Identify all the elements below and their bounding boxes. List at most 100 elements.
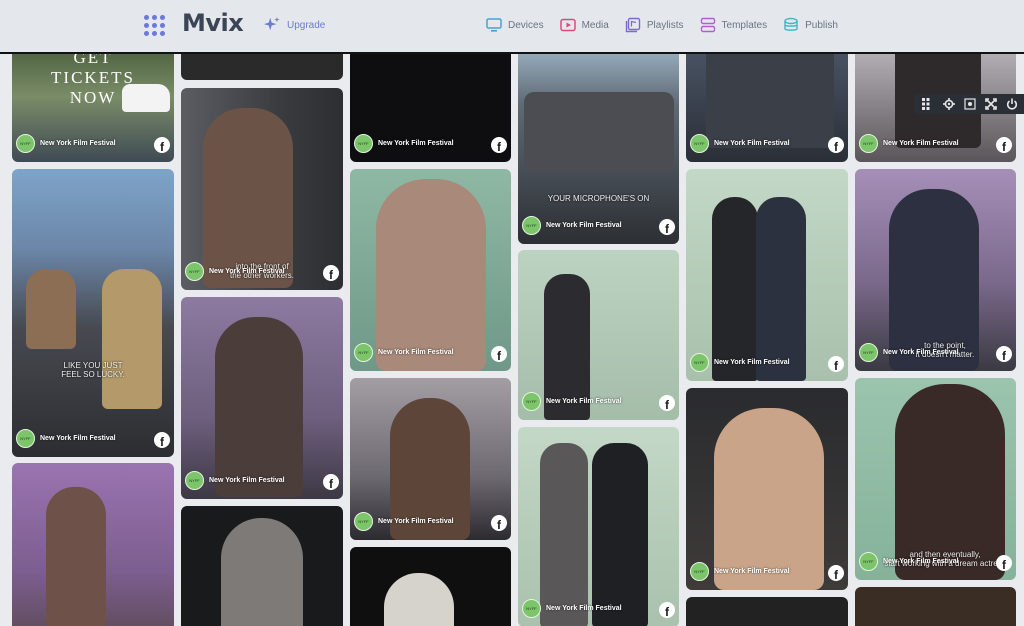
main-nav: Devices Media Playlists Templates Publis… <box>486 17 838 33</box>
source-name: New York Film Festival <box>714 359 790 366</box>
post-caption: NYFF New York Film Festival <box>354 343 454 362</box>
source-avatar: NYFF <box>859 343 878 362</box>
post-caption: NYFF New York Film Festival <box>354 134 454 153</box>
facebook-icon: f <box>996 346 1012 362</box>
post-card[interactable]: NYFF New York Film Festival f <box>686 388 848 590</box>
post-caption: NYFF New York Film Festival <box>859 343 959 362</box>
post-caption: NYFF New York Film Festival <box>859 134 959 153</box>
post-caption: NYFF New York Film Festival <box>690 562 790 581</box>
publish-icon <box>784 17 798 31</box>
facebook-icon: f <box>659 602 675 618</box>
sparkle-icon <box>263 16 280 31</box>
post-card[interactable]: NYFF New York Film Festival f <box>350 169 511 371</box>
source-avatar: NYFF <box>690 353 709 372</box>
source-avatar: NYFF <box>185 262 204 281</box>
post-card[interactable] <box>350 547 511 626</box>
post-card[interactable]: NYFF New York Film Festival f <box>686 169 848 381</box>
nav-publish[interactable]: Publish <box>783 17 838 33</box>
person-image <box>221 518 303 626</box>
nav-templates-label: Templates <box>721 19 768 31</box>
post-card[interactable]: GET TICKETS NOW NYFF New York Film Festiv… <box>12 54 174 162</box>
top-navigation-bar: Mvix Upgrade Devices Media Playlists Tem… <box>0 0 1024 52</box>
post-card[interactable]: into the front of the other workers. NYF… <box>181 88 343 290</box>
source-name: New York Film Festival <box>714 568 790 575</box>
facebook-icon: f <box>491 346 507 362</box>
facebook-icon: f <box>491 515 507 531</box>
source-avatar: NYFF <box>354 343 373 362</box>
facebook-icon: f <box>828 356 844 372</box>
facebook-icon: f <box>659 395 675 411</box>
post-card[interactable] <box>12 463 174 626</box>
facebook-icon: f <box>828 565 844 581</box>
facebook-icon: f <box>154 432 170 448</box>
power-icon[interactable] <box>1006 98 1018 110</box>
subtitle-text: LIKE YOU JUST FEEL SO LUCKY. <box>61 361 125 379</box>
grid-icon[interactable] <box>922 98 934 110</box>
media-icon <box>559 18 576 32</box>
post-card[interactable]: NYFF New York Film Festival f <box>686 54 848 162</box>
post-card[interactable]: to the point, it doesn't matter. NYFF New… <box>855 169 1016 371</box>
player-preview: GET TICKETS NOW NYFF New York Film Festiv… <box>0 52 1024 626</box>
post-card[interactable] <box>855 587 1016 626</box>
upgrade-button[interactable]: Upgrade <box>263 16 325 34</box>
facebook-icon: f <box>323 265 339 281</box>
facebook-icon: f <box>828 137 844 153</box>
post-card[interactable] <box>181 506 343 626</box>
post-caption: NYFF New York Film Festival <box>859 552 959 571</box>
source-avatar: NYFF <box>522 599 541 618</box>
post-card[interactable]: YOUR MICROPHONE'S ON NYFF New York Film F… <box>518 54 679 244</box>
post-card[interactable]: NYFF New York Film Festival f <box>350 54 511 162</box>
source-name: New York Film Festival <box>883 558 959 565</box>
source-avatar: NYFF <box>522 216 541 235</box>
post-card[interactable]: LIKE YOU JUST FEEL SO LUCKY. NYFF New Yor… <box>12 169 174 457</box>
source-name: New York Film Festival <box>209 477 285 484</box>
gear-icon[interactable] <box>943 98 955 110</box>
person-image <box>203 108 293 288</box>
post-card[interactable]: NYFF New York Film Festival f <box>350 378 511 540</box>
post-caption: NYFF New York Film Festival <box>16 134 116 153</box>
post-caption: NYFF New York Film Festival <box>522 599 622 618</box>
source-name: New York Film Festival <box>546 398 622 405</box>
post-card[interactable] <box>686 597 848 626</box>
post-card[interactable]: and then eventually, start working with … <box>855 378 1016 580</box>
source-name: New York Film Festival <box>883 349 959 356</box>
social-media-wall: GET TICKETS NOW NYFF New York Film Festiv… <box>0 54 1024 626</box>
facebook-icon: f <box>323 474 339 490</box>
facebook-icon: f <box>659 219 675 235</box>
post-caption: NYFF New York Film Festival <box>690 134 790 153</box>
source-avatar: NYFF <box>16 134 35 153</box>
post-card[interactable]: NYFF New York Film Festival f <box>518 427 679 626</box>
app-logo[interactable]: Mvix <box>182 9 244 37</box>
person-image <box>384 573 454 626</box>
apps-grid-icon[interactable] <box>144 15 165 36</box>
source-name: New York Film Festival <box>209 268 285 275</box>
nav-media-label: Media <box>581 19 609 31</box>
source-name: New York Film Festival <box>546 605 622 612</box>
post-caption: NYFF New York Film Festival <box>522 216 622 235</box>
post-card[interactable] <box>181 54 343 80</box>
source-name: New York Film Festival <box>378 518 454 525</box>
fullscreen-icon[interactable] <box>985 98 997 110</box>
source-avatar: NYFF <box>185 471 204 490</box>
source-name: New York Film Festival <box>40 435 116 442</box>
subtitle-text: YOUR MICROPHONE'S ON <box>547 194 650 203</box>
post-caption: NYFF New York Film Festival <box>522 392 622 411</box>
nav-publish-label: Publish <box>805 19 838 31</box>
source-avatar: NYFF <box>354 512 373 531</box>
nav-templates[interactable]: Templates <box>700 17 768 33</box>
source-name: New York Film Festival <box>546 222 622 229</box>
nav-playlists-label: Playlists <box>646 19 684 31</box>
nav-devices[interactable]: Devices <box>486 17 544 33</box>
person-image <box>26 269 76 349</box>
nav-playlists[interactable]: Playlists <box>625 17 684 33</box>
source-name: New York Film Festival <box>378 140 454 147</box>
player-toolbar <box>914 94 1024 114</box>
screenshot-icon[interactable] <box>964 98 976 110</box>
post-card[interactable]: NYFF New York Film Festival f <box>181 297 343 499</box>
person-image <box>215 317 303 497</box>
post-card[interactable]: NYFF New York Film Festival f <box>518 250 679 420</box>
template-icon <box>700 17 715 33</box>
source-avatar: NYFF <box>859 134 878 153</box>
nav-media[interactable]: Media <box>559 17 609 33</box>
source-avatar: NYFF <box>16 429 35 448</box>
